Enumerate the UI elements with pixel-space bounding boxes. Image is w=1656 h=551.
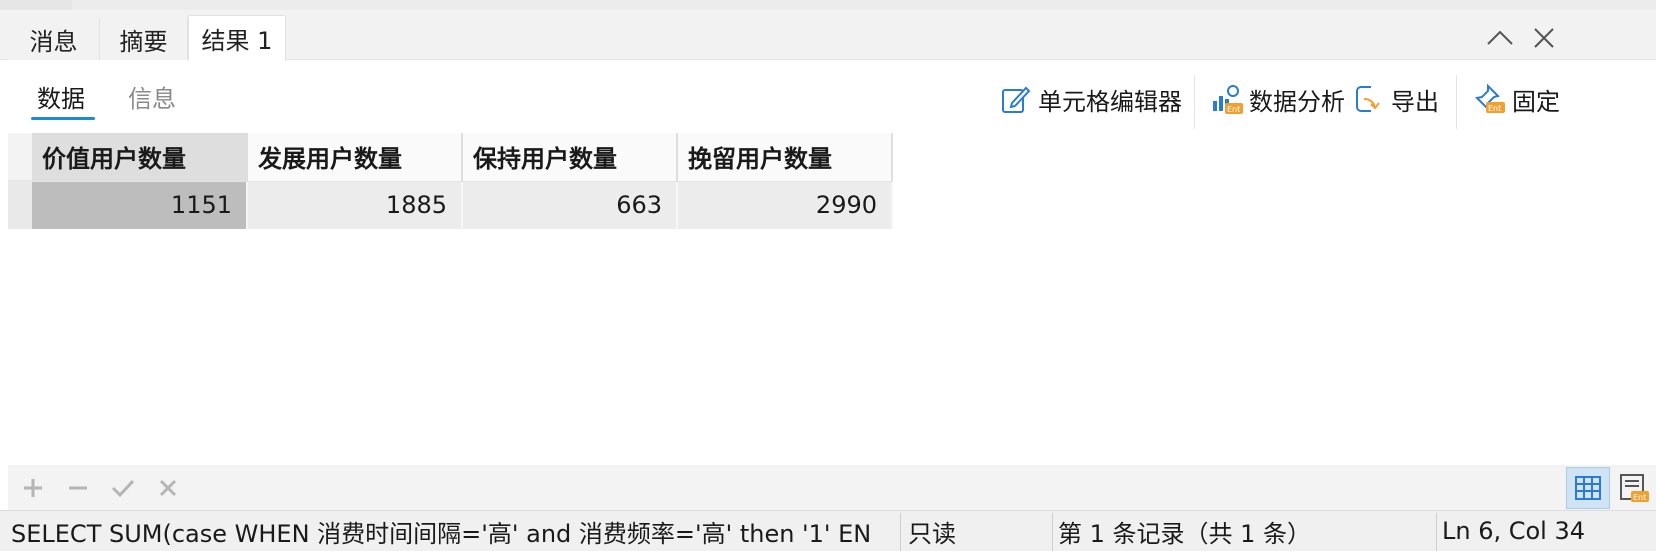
svg-text:Ent: Ent [1633,493,1646,502]
data-grid: 价值用户数量 发展用户数量 保持用户数量 挽留用户数量 1151 1885 66… [8,133,1656,465]
delete-record-button[interactable] [63,473,93,503]
status-readonly: 只读 [908,519,956,548]
subtab-info[interactable]: 信息 [128,79,176,114]
header-row: 价值用户数量 发展用户数量 保持用户数量 挽留用户数量 [32,133,893,182]
tab-messages-label: 消息 [29,27,78,56]
table-cell[interactable]: 1151 [32,181,248,229]
close-icon [159,479,177,497]
apply-changes-button[interactable] [108,473,138,503]
column-header[interactable]: 价值用户数量 [32,133,248,182]
toolbar-divider [1194,75,1195,129]
svg-text:Ent: Ent [1227,105,1240,114]
pin-label: 固定 [1512,87,1560,116]
discard-changes-button[interactable] [153,473,183,503]
result-tab-bar: 消息 摘要 结果 1 [0,0,1656,61]
toolbar-divider-2 [1456,75,1457,129]
close-icon [1534,28,1554,48]
pin-button[interactable]: Ent 固定 [1474,81,1560,117]
status-divider [1052,513,1053,551]
grid-view-button[interactable] [1566,467,1610,509]
column-header[interactable]: 发展用户数量 [247,133,463,182]
pencil-edit-icon [1002,86,1031,113]
status-divider [1436,513,1437,551]
form-view-icon: Ent [1620,474,1649,502]
export-label: 导出 [1391,87,1439,116]
tab-result-1[interactable]: 结果 1 [188,15,286,61]
close-button[interactable] [1526,20,1562,56]
data-analysis-button[interactable]: Ent 数据分析 [1211,81,1345,117]
tab-messages[interactable]: 消息 [8,18,100,60]
table-cell[interactable]: 1885 [247,181,463,229]
export-button[interactable]: 导出 [1353,81,1439,117]
column-header[interactable]: 保持用户数量 [462,133,678,182]
export-icon [1356,86,1380,112]
collapse-button[interactable] [1482,20,1518,56]
status-record-count: 第 1 条记录（共 1 条） [1058,519,1312,548]
subtab-data[interactable]: 数据 [37,79,85,114]
column-header[interactable]: 挽留用户数量 [677,133,893,182]
row-gutter [8,133,32,229]
status-divider [900,513,901,551]
add-record-button[interactable] [18,473,48,503]
status-bar: SELECT SUM(case WHEN 消费时间间隔='高' and 消费频率… [0,510,1656,551]
plus-icon [24,479,42,497]
row-selector[interactable] [8,181,32,229]
data-analysis-icon: Ent [1213,85,1243,114]
status-sql-text: SELECT SUM(case WHEN 消费时间间隔='高' and 消费频率… [11,519,871,548]
tab-summary[interactable]: 摘要 [100,18,188,60]
tab-summary-label: 摘要 [119,27,168,56]
table-cell[interactable]: 2990 [677,181,893,229]
pin-icon: Ent [1474,83,1505,113]
tab-result-1-label: 结果 1 [201,27,273,55]
check-icon [111,479,135,498]
table-cell[interactable]: 663 [462,181,678,229]
table-row: 1151 1885 663 2990 [32,181,893,229]
form-view-button[interactable]: Ent [1612,467,1656,509]
grid-view-icon [1575,476,1601,500]
status-cursor-position: Ln 6, Col 34 [1442,517,1586,545]
top-strip [0,0,1656,10]
record-nav-bar: Ent [8,465,1656,510]
data-toolbar: 数据 信息 单元格编辑器 Ent 数据分析 导出 Ent 固定 [0,61,1656,133]
top-strip-segment [0,0,72,10]
subtab-active-indicator [31,117,95,120]
cell-editor-button[interactable]: 单元格编辑器 [1000,81,1182,117]
minus-icon [69,486,87,490]
result-table: 价值用户数量 发展用户数量 保持用户数量 挽留用户数量 1151 1885 66… [32,133,893,229]
svg-text:Ent: Ent [1488,104,1501,113]
result-panel: 消息 摘要 结果 1 数据 信息 单元格编辑器 Ent 数据分析 导出 Ent … [0,0,1656,551]
row-gutter-header [8,133,32,181]
cell-editor-label: 单元格编辑器 [1038,87,1182,116]
data-analysis-label: 数据分析 [1249,87,1345,116]
chevron-up-icon [1487,30,1513,45]
